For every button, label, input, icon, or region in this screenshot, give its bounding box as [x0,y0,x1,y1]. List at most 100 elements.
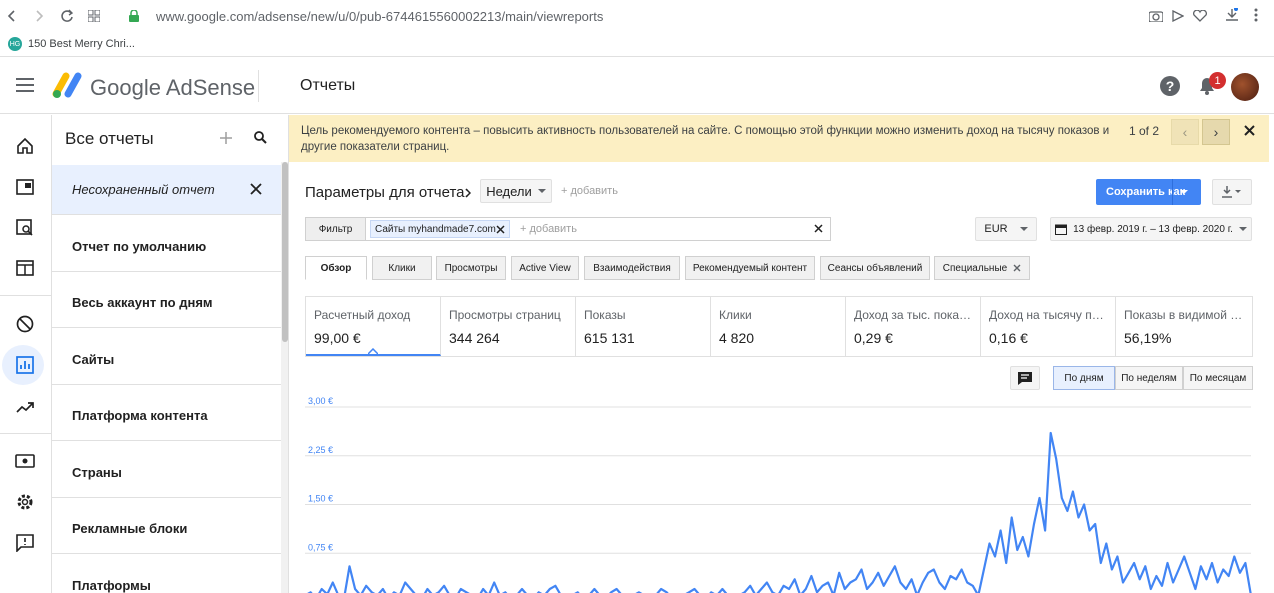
sidebar-scrollbar[interactable] [281,162,288,593]
reports-sidebar: Все отчеты Несохраненный отчет Отчет по … [52,115,289,593]
sidebar-item-sites[interactable]: Сайты [52,335,281,385]
segment-label: По неделям [1121,372,1177,384]
sidebar-item-label: Сайты [72,352,115,367]
payments-icon[interactable] [12,448,38,474]
sidebar-item-label: Платформа контента [72,408,208,423]
heart-icon[interactable] [1193,10,1207,22]
metric-label: Доход на тысячу показов [989,308,1109,322]
banner-text: Цель рекомендуемого контента – повысить … [301,125,1110,153]
chevron-down-icon [1019,226,1028,231]
filter-button[interactable]: Фильтр [306,218,366,240]
tab-ad-sessions[interactable]: Сеансы объявлений [820,256,930,280]
tab-special[interactable]: Специальные [934,256,1030,280]
feedback-icon[interactable] [12,530,38,556]
tab-clicks[interactable]: Клики [372,256,432,280]
metrics-scorecard: Расчетный доход 99,00 € Просмотры страни… [305,296,1253,357]
close-icon[interactable] [250,183,262,195]
close-tab-icon[interactable] [1013,264,1021,272]
secure-lock-icon [129,10,139,22]
optimization-trend-icon[interactable] [12,394,38,420]
sidebar-item-countries[interactable]: Страны [52,448,281,498]
dimension-value: Недели [486,183,532,199]
clear-filter-icon[interactable] [814,224,823,233]
reports-chart-icon[interactable] [12,352,38,378]
sidebar-item-content-platform[interactable]: Платформа контента [52,391,281,441]
sidebar-item-unsaved-report[interactable]: Несохраненный отчет [52,165,281,215]
metric-page-views[interactable]: Просмотры страниц 344 264 [441,297,576,356]
metric-impressions[interactable]: Показы 615 131 [576,297,711,356]
sidebar-item-ad-units[interactable]: Рекламные блоки [52,504,281,554]
download-icon[interactable] [1225,8,1239,22]
scrollbar-thumb[interactable] [282,162,288,342]
metric-page-rpm[interactable]: Доход на тысячу показов 0,16 € [981,297,1116,356]
reload-icon[interactable] [60,9,74,23]
home-icon[interactable] [12,133,38,159]
chip-remove-icon[interactable] [496,225,505,234]
sidebar-item-label: Весь аккаунт по дням [72,295,213,310]
help-icon[interactable]: ? [1160,76,1180,96]
sidebar-item-platforms[interactable]: Платформы [52,561,281,593]
metric-estimated-earnings[interactable]: Расчетный доход 99,00 € [306,297,441,356]
segment-label: По месяцам [1189,372,1247,384]
tab-recommended-content[interactable]: Рекомендуемый контент [685,256,815,280]
metric-clicks[interactable]: Клики 4 820 [711,297,846,356]
menu-dots-icon[interactable] [1254,8,1258,22]
banner-close-icon[interactable] [1244,125,1255,136]
tab-interactions[interactable]: Взаимодействия [584,256,680,280]
camera-icon[interactable] [1149,10,1163,22]
my-ads-icon[interactable] [12,174,38,200]
tab-label: Взаимодействия [593,262,671,274]
filter-chip-site[interactable]: Сайты myhandmade7.com [370,220,510,238]
granularity-monthly-button[interactable]: По месяцам [1183,366,1253,390]
app-header: Google AdSense Отчеты ? 1 [0,58,1274,114]
save-options-dropdown[interactable] [1172,179,1194,205]
metric-label: Показы [584,308,626,322]
content-platform-icon[interactable] [12,255,38,281]
back-icon[interactable] [6,10,18,22]
settings-gear-icon[interactable] [12,489,38,515]
add-report-icon[interactable] [220,132,232,144]
sidebar-title: Все отчеты [65,129,154,148]
sites-search-icon[interactable] [12,215,38,241]
add-dimension-link[interactable]: + добавить [561,185,618,197]
metric-value: 0,16 € [989,330,1028,346]
sidebar-item-account-by-day[interactable]: Весь аккаунт по дням [52,278,281,328]
svg-text:?: ? [1166,78,1175,94]
download-report-button[interactable] [1212,179,1252,205]
granularity-weekly-button[interactable]: По неделям [1115,366,1183,390]
tab-active-view[interactable]: Active View [511,256,579,280]
tabs-grid-icon[interactable] [88,10,100,22]
info-banner: Цель рекомендуемого контента – повысить … [289,115,1269,162]
add-filter-input[interactable]: + добавить [520,223,577,235]
report-params-label: Параметры для отчета: [305,184,469,201]
address-bar-url[interactable]: www.google.com/adsense/new/u/0/pub-67446… [156,9,603,24]
prev-icon[interactable]: ‹ [1171,119,1199,145]
date-range-picker[interactable]: 13 февр. 2019 г. – 13 февр. 2020 г. [1050,217,1252,241]
chevron-down-icon [537,188,546,193]
metric-impression-rpm[interactable]: Доход за тыс. показов 0,29 € [846,297,981,356]
rail-separator [0,295,52,296]
next-icon[interactable]: › [1202,119,1230,145]
bookmark-item[interactable]: HG 150 Best Merry Chri... [8,37,135,51]
granularity-daily-button[interactable]: По дням [1053,366,1115,390]
segment-label: По дням [1064,372,1104,384]
user-avatar[interactable] [1231,73,1259,101]
filter-label: Фильтр [318,223,353,235]
sidebar-item-default-report[interactable]: Отчет по умолчанию [52,222,281,272]
metric-label: Доход за тыс. показов [854,308,974,322]
search-icon[interactable] [254,131,267,144]
series-line[interactable] [305,431,1252,593]
hamburger-menu-icon[interactable] [16,78,34,92]
header-divider [258,70,259,102]
tab-views[interactable]: Просмотры [436,256,506,280]
blocking-controls-icon[interactable] [12,311,38,337]
forward-icon[interactable] [33,10,45,22]
calendar-icon [1055,224,1068,235]
metric-active-view-viewable[interactable]: Показы в видимой части 56,19% [1116,297,1252,356]
tab-overview[interactable]: Обзор [305,256,367,280]
sidebar-item-label: Отчет по умолчанию [72,239,207,254]
send-icon[interactable] [1172,10,1184,22]
annotations-button[interactable] [1010,366,1040,390]
dimension-dropdown[interactable]: Недели [480,179,552,203]
currency-dropdown[interactable]: EUR [975,217,1037,241]
